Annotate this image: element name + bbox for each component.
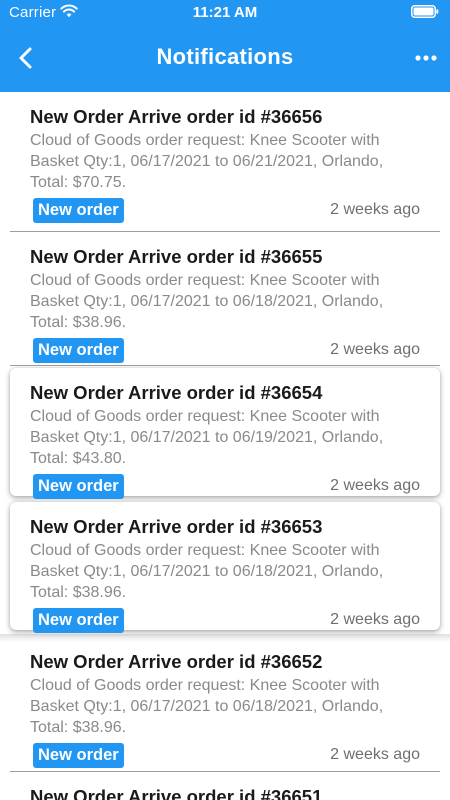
new-order-badge: New order (33, 608, 124, 633)
battery-icon (411, 5, 439, 18)
notification-card[interactable]: New Order Arrive order id #36653 Cloud o… (10, 502, 440, 633)
header: Carrier 11:21 AM Notifications (0, 0, 450, 92)
notifications-list[interactable]: New Order Arrive order id #36656 Cloud o… (0, 92, 450, 800)
notification-time: 2 weeks ago (330, 201, 420, 218)
notification-footer: New order 2 weeks ago (30, 338, 420, 366)
notification-title: New Order Arrive order id #36652 (30, 651, 323, 672)
status-bar: Carrier 11:21 AM (0, 0, 450, 26)
notification-footer: New order 2 weeks ago (30, 198, 420, 226)
notification-title: New Order Arrive order id #36651 (30, 786, 323, 800)
notification-card[interactable]: New Order Arrive order id #36654 Cloud o… (10, 368, 440, 499)
notification-time: 2 weeks ago (330, 746, 420, 763)
notification-time: 2 weeks ago (330, 341, 420, 358)
notification-title: New Order Arrive order id #36653 (30, 516, 323, 537)
notification-body: Cloud of Goods order request: Knee Scoot… (30, 542, 384, 601)
notification-card[interactable]: New Order Arrive order id #36651 (10, 772, 440, 800)
notification-card[interactable]: New Order Arrive order id #36652 Cloud o… (10, 637, 440, 772)
new-order-badge: New order (33, 743, 124, 768)
notification-body: Cloud of Goods order request: Knee Scoot… (30, 408, 384, 467)
more-horizontal-icon (415, 55, 437, 61)
notification-body: Cloud of Goods order request: Knee Scoot… (30, 677, 384, 736)
new-order-badge: New order (33, 198, 124, 223)
new-order-badge: New order (33, 474, 124, 499)
notification-body: Cloud of Goods order request: Knee Scoot… (30, 132, 384, 191)
notification-card[interactable]: New Order Arrive order id #36655 Cloud o… (10, 232, 440, 366)
notification-time: 2 weeks ago (330, 611, 420, 628)
notification-body: Cloud of Goods order request: Knee Scoot… (30, 272, 384, 331)
page-title: Notifications (156, 44, 294, 69)
notification-footer: New order 2 weeks ago (30, 743, 420, 771)
status-time: 11:21 AM (192, 4, 258, 21)
notification-footer: New order 2 weeks ago (30, 608, 420, 636)
notification-title: New Order Arrive order id #36656 (30, 106, 323, 127)
notification-card[interactable]: New Order Arrive order id #36656 Cloud o… (10, 92, 440, 232)
notification-title: New Order Arrive order id #36654 (30, 382, 323, 403)
more-button[interactable] (412, 44, 440, 72)
notification-time: 2 weeks ago (330, 477, 420, 494)
notification-footer: New order 2 weeks ago (30, 474, 420, 502)
new-order-badge: New order (33, 338, 124, 363)
notification-title: New Order Arrive order id #36655 (30, 246, 323, 267)
